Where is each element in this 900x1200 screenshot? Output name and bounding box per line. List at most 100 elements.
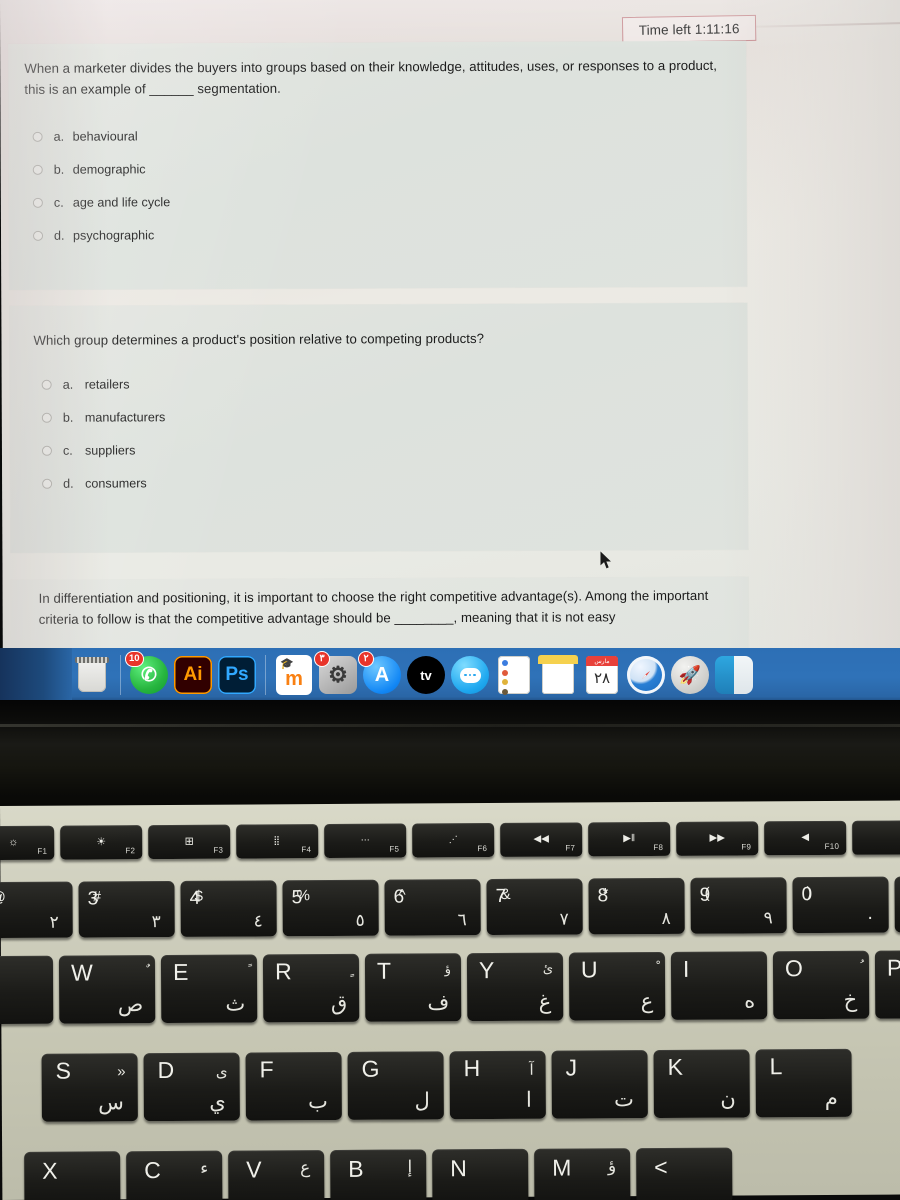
dock-item-launchpad[interactable]: 🚀 <box>670 655 710 695</box>
dock-item-illustrator[interactable]: Ai <box>173 655 213 702</box>
key-comma[interactable]: < <box>636 1147 733 1200</box>
key-e[interactable]: E ً ث <box>160 954 258 1024</box>
key-latin-label: X <box>42 1157 58 1184</box>
dock-item-apple-tv[interactable]: tv <box>406 655 446 695</box>
key-l[interactable]: L م <box>755 1048 852 1118</box>
option-row[interactable]: c. age and life cycle <box>32 185 170 219</box>
option-row[interactable]: a. behavioural <box>32 119 170 153</box>
key-5[interactable]: % 5 ٥ <box>282 879 379 937</box>
key-2[interactable]: @ 2 ٢ <box>0 881 73 939</box>
key-f8[interactable]: ▶‖ F8 <box>588 821 671 857</box>
key-number-label: 9 <box>699 884 711 906</box>
key-p[interactable]: P ح <box>874 950 900 1019</box>
key-8[interactable]: * 8 ٨ <box>588 877 685 935</box>
key-f[interactable]: F ب <box>245 1051 342 1121</box>
dock-item-trash[interactable] <box>72 655 112 695</box>
option-letter: d. <box>53 228 65 243</box>
key-latin-label: D <box>157 1056 175 1084</box>
key-9[interactable]: ( 9 ٩ <box>690 877 787 934</box>
radio-button-icon[interactable] <box>32 164 43 175</box>
key-f5[interactable]: ⋯ F5 <box>324 823 407 859</box>
key-f10[interactable]: ◀ F10 <box>764 820 847 856</box>
key-d[interactable]: D ى ي <box>143 1052 240 1122</box>
key-fn-label: F3 <box>213 845 224 855</box>
radio-button-icon[interactable] <box>33 230 44 241</box>
key-latin-label: E <box>172 958 189 985</box>
key-3[interactable]: # 3 ٣ <box>78 880 175 938</box>
key-x[interactable]: X <box>24 1151 121 1200</box>
key-number-label: 4 <box>189 887 201 909</box>
key-6[interactable]: ^ 6 ٦ <box>384 879 481 936</box>
option-row[interactable]: b. manufacturers <box>41 400 166 434</box>
option-row[interactable]: c. suppliers <box>41 433 166 467</box>
laptop-hinge <box>0 724 900 727</box>
key-fn-label: F5 <box>389 844 400 854</box>
key-arabic-label: إ <box>407 1157 413 1177</box>
key-f11[interactable] <box>852 820 900 855</box>
dock-item-safari[interactable] <box>626 655 666 702</box>
radio-button-icon[interactable] <box>42 478 53 489</box>
laptop-bezel <box>0 700 900 810</box>
key-u[interactable]: U ْ ع <box>568 951 666 1021</box>
key-q[interactable] <box>0 955 54 1025</box>
key-arabic-label: ب <box>307 1090 328 1114</box>
key-h[interactable]: H آ ا <box>449 1050 546 1120</box>
key-minus[interactable]: — - <box>894 875 900 933</box>
key-0[interactable]: ) 0 ٠ <box>792 876 889 934</box>
radio-button-icon[interactable] <box>41 412 52 423</box>
key-4[interactable]: $ 4 ٤ <box>180 880 277 937</box>
radio-button-icon[interactable] <box>41 379 52 390</box>
option-row[interactable]: d. psychographic <box>33 218 170 252</box>
dock-item-calendar[interactable]: مارس ٢٨ <box>582 655 622 695</box>
key-w[interactable]: W ٌ ص <box>58 955 156 1024</box>
key-t[interactable]: T ؤ ف <box>364 953 462 1022</box>
key-arabic-number: ٣ <box>151 912 161 932</box>
dock-item-whatsapp[interactable]: ✆ 10 <box>125 651 169 702</box>
dock-item-photoshop[interactable]: Ps <box>217 655 257 702</box>
option-row[interactable]: a. retailers <box>41 367 166 401</box>
option-row[interactable]: b. demographic <box>32 152 170 186</box>
key-m[interactable]: M ؤ <box>534 1148 631 1200</box>
key-f6[interactable]: ⋰ F6 <box>412 822 495 858</box>
key-n[interactable]: N <box>432 1148 529 1200</box>
key-arabic-label: غ <box>538 990 552 1014</box>
key-y[interactable]: Y ئ غ <box>466 952 564 1022</box>
key-f3[interactable]: ⊞ F3 <box>148 824 231 860</box>
key-7[interactable]: & 7 ٧ <box>486 878 583 936</box>
key-o[interactable]: O ُ خ <box>772 950 870 1020</box>
brightness-down-icon: ☼ <box>8 836 19 849</box>
dock-item-notes[interactable] <box>538 655 578 695</box>
dock-item-finder[interactable] <box>714 655 754 702</box>
key-i[interactable]: I ه <box>670 951 768 1020</box>
key-latin-label: C <box>144 1157 161 1184</box>
key-f4[interactable]: ⣿ F4 <box>236 824 319 859</box>
key-r[interactable]: R ٍ ق <box>262 953 360 1023</box>
key-f2[interactable]: ☀ F2 <box>60 825 143 860</box>
key-number-label: 0 <box>801 884 813 906</box>
key-f9[interactable]: ▶▶ F9 <box>676 821 759 856</box>
key-latin-label: R <box>274 958 292 985</box>
radio-button-icon[interactable] <box>41 445 52 456</box>
key-f1[interactable]: ☼ F1 <box>0 825 55 861</box>
dock-item-reminders[interactable] <box>494 655 534 695</box>
option-label: consumers <box>85 475 147 491</box>
key-c[interactable]: C ء <box>126 1150 223 1200</box>
mouse-cursor-icon <box>600 551 611 569</box>
key-number-label: 8 <box>597 885 609 907</box>
key-b[interactable]: B إ <box>330 1149 427 1200</box>
option-row[interactable]: d. consumers <box>42 466 166 500</box>
key-k[interactable]: K ن <box>653 1049 750 1119</box>
key-v[interactable]: V ع <box>228 1150 325 1200</box>
key-arabic-label: س <box>98 1091 124 1115</box>
radio-button-icon[interactable] <box>32 131 43 142</box>
dock-item-moodle[interactable]: 🎓 m <box>274 655 314 695</box>
dock-item-system-preferences[interactable]: ⚙ ٣ <box>314 651 358 702</box>
key-s[interactable]: S » س <box>41 1053 138 1122</box>
question-options: a. behavioural b. demographic c. age and… <box>32 119 171 252</box>
key-j[interactable]: J ت <box>551 1050 648 1119</box>
dock-item-messages[interactable] <box>450 655 490 695</box>
key-f7[interactable]: ◀◀ F7 <box>500 822 583 857</box>
dock-item-app-store[interactable]: A ٢ <box>358 651 402 695</box>
radio-button-icon[interactable] <box>32 197 43 208</box>
key-g[interactable]: G ل <box>347 1051 444 1120</box>
